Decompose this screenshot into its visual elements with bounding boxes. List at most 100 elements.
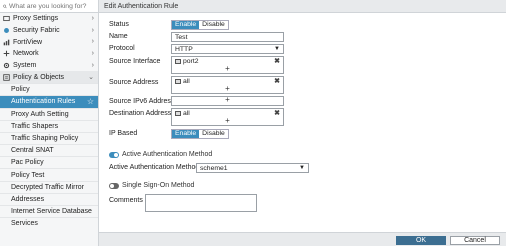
sso-method-switch[interactable]: Single Sign-On Method: [109, 182, 194, 189]
sidebar-subitem-traffic-shapers[interactable]: Traffic Shapers: [0, 119, 98, 132]
ip-based-disable-button[interactable]: Disable: [199, 130, 228, 138]
destination-address-label: Destination Address: [109, 110, 172, 117]
source-ipv6-label: Source IPv6 Address: [109, 98, 175, 105]
sidebar-item-network[interactable]: Network ›: [0, 48, 98, 60]
address-entry: all: [175, 78, 190, 85]
source-interface-value: port2: [183, 58, 199, 65]
toggle-on-icon: [109, 151, 119, 158]
status-label: Status: [109, 21, 129, 28]
sidebar-subitem-policy-test[interactable]: Policy Test: [0, 168, 98, 180]
address-entry: all: [175, 110, 190, 117]
sidebar-item-proxy-settings[interactable]: Proxy Settings ›: [0, 13, 98, 25]
add-source-interface-button[interactable]: +: [172, 65, 283, 73]
toggle-off-icon: [109, 182, 119, 189]
sidebar-subitem-central-snat[interactable]: Central SNAT: [0, 144, 98, 156]
chart-icon: [3, 39, 10, 46]
comments-textarea[interactable]: [145, 194, 257, 212]
add-source-address-button[interactable]: +: [172, 85, 283, 93]
source-interface-label: Source Interface: [109, 58, 161, 65]
sidebar-subitem-label: Traffic Shaping Policy: [11, 134, 79, 142]
sidebar-item-label: Policy & Objects: [13, 73, 64, 81]
protocol-value: HTTP: [175, 46, 193, 53]
ok-button[interactable]: OK: [396, 236, 446, 245]
sso-method-label: Single Sign-On Method: [122, 182, 195, 189]
status-enable-button[interactable]: Enable: [172, 21, 200, 29]
add-source-ipv6-button[interactable]: +: [172, 96, 283, 104]
sidebar-subitem-label: Policy Test: [11, 171, 45, 179]
active-auth-method-switch[interactable]: Active Authentication Method: [109, 151, 212, 158]
protocol-label: Protocol: [109, 45, 135, 52]
source-address-field[interactable]: all ✖ +: [171, 76, 284, 94]
sidebar-subitem-decrypted-traffic-mirror[interactable]: Decrypted Traffic Mirror: [0, 180, 98, 193]
sidebar-subitem-traffic-shaping-policy[interactable]: Traffic Shaping Policy: [0, 131, 98, 144]
active-auth-method-toggle-label: Active Authentication Method: [122, 151, 213, 158]
source-address-label: Source Address: [109, 79, 159, 86]
name-field[interactable]: Test: [171, 32, 284, 42]
port-icon: [175, 59, 181, 64]
chevron-right-icon: ›: [91, 38, 94, 46]
sidebar-item-policy-objects[interactable]: Policy & Objects ⌄: [0, 71, 98, 84]
ip-based-enable-button[interactable]: Enable: [172, 130, 200, 138]
remove-icon[interactable]: ✖: [274, 109, 280, 117]
sidebar-subitem-addresses[interactable]: Addresses: [0, 192, 98, 205]
sidebar-subitem-label: Policy: [11, 86, 30, 94]
source-ipv6-field[interactable]: +: [171, 96, 284, 106]
gear-icon: [3, 62, 10, 69]
destination-address-field[interactable]: all ✖ +: [171, 108, 284, 126]
sidebar-subitem-authentication-rules[interactable]: Authentication Rules ☆: [0, 95, 98, 108]
star-icon[interactable]: ☆: [87, 97, 94, 106]
sidebar-subitem-policy[interactable]: Policy: [0, 83, 98, 95]
comments-label: Comments: [109, 197, 143, 204]
sidebar-item-system[interactable]: System ›: [0, 60, 98, 72]
name-label: Name: [109, 33, 128, 40]
remove-icon[interactable]: ✖: [274, 57, 280, 65]
source-address-value: all: [183, 78, 190, 85]
sidebar-item-security-fabric[interactable]: Security Fabric ›: [0, 25, 98, 37]
sidebar-subitem-label: Authentication Rules: [11, 98, 76, 106]
policy-icon: [3, 74, 10, 81]
source-interface-field[interactable]: port2 ✖ +: [171, 56, 284, 74]
network-icon: [3, 50, 10, 57]
active-auth-method-select[interactable]: scheme1 ▼: [196, 163, 309, 173]
dropdown-arrow-icon: ▼: [274, 46, 280, 52]
sidebar-subitem-label: Addresses: [11, 195, 45, 203]
sidebar-subitem-label: Decrypted Traffic Mirror: [11, 183, 84, 191]
search-bar: [0, 0, 98, 13]
sidebar-item-label: Security Fabric: [13, 27, 60, 35]
search-input[interactable]: [9, 2, 98, 10]
chevron-right-icon: ›: [91, 15, 94, 22]
active-auth-method-value: scheme1: [200, 165, 228, 172]
sidebar-subitem-label: Traffic Shapers: [11, 122, 59, 130]
chevron-right-icon: ›: [91, 61, 94, 69]
fabric-icon: [3, 27, 10, 34]
ip-based-toggle: Enable Disable: [171, 129, 229, 139]
address-icon: [175, 111, 181, 116]
page-title: Edit Authentication Rule: [99, 0, 506, 13]
name-value: Test: [175, 34, 188, 41]
add-destination-address-button[interactable]: +: [172, 117, 283, 125]
sidebar-subitem-label: Proxy Auth Setting: [11, 110, 69, 118]
search-icon: [3, 4, 7, 8]
remove-icon[interactable]: ✖: [274, 77, 280, 85]
ip-based-label: IP Based: [109, 130, 138, 137]
chevron-down-icon: ⌄: [88, 74, 94, 82]
sidebar-item-label: FortiView: [13, 38, 43, 46]
sidebar-subitem-label: Services: [11, 220, 38, 228]
sidebar-item-label: System: [13, 62, 37, 70]
sidebar-item-fortiview[interactable]: FortiView ›: [0, 36, 98, 48]
sidebar-item-label: Network: [13, 50, 39, 58]
status-disable-button[interactable]: Disable: [199, 21, 228, 29]
dropdown-arrow-icon: ▼: [299, 165, 305, 171]
cancel-button[interactable]: Cancel: [450, 236, 500, 245]
sidebar: Proxy Settings › Security Fabric › Forti…: [0, 0, 99, 246]
sidebar-subitem-label: Central SNAT: [11, 147, 54, 155]
chevron-right-icon: ›: [91, 26, 94, 34]
chevron-right-icon: ›: [91, 50, 94, 58]
sidebar-subitem-services[interactable]: Services: [0, 217, 98, 229]
footer-bar: OK Cancel: [99, 232, 506, 246]
sidebar-subitem-pac-policy[interactable]: Pac Policy: [0, 156, 98, 168]
sidebar-subitem-proxy-auth-setting[interactable]: Proxy Auth Setting: [0, 107, 98, 120]
protocol-select[interactable]: HTTP ▼: [171, 44, 284, 54]
active-auth-method-label: Active Authentication Method: [109, 164, 200, 171]
sidebar-subitem-internet-service-database[interactable]: Internet Service Database: [0, 205, 98, 217]
